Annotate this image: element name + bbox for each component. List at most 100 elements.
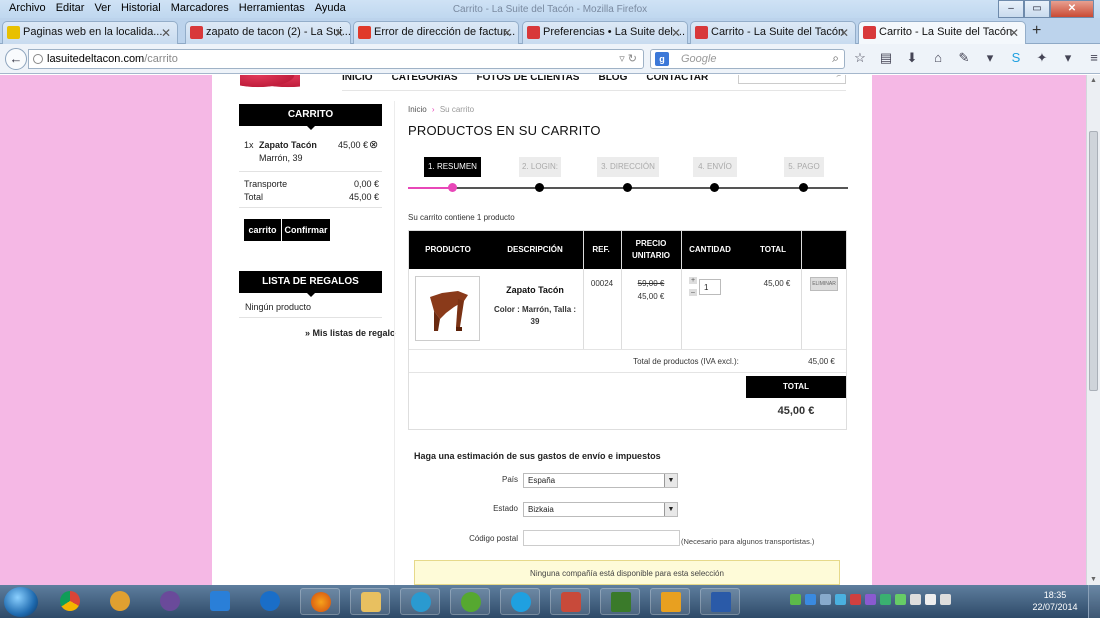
dropdown-icon-2[interactable]: ▾ — [1060, 50, 1076, 66]
network-icon[interactable] — [910, 594, 921, 605]
g-icon[interactable]: g — [655, 52, 669, 66]
close-tab-icon[interactable]: ✕ — [334, 26, 344, 40]
menu-icon[interactable]: ≡ — [1086, 50, 1100, 66]
quantity-minus-button[interactable]: – — [689, 289, 697, 296]
scroll-down-icon[interactable]: ▼ — [1090, 576, 1097, 583]
show-desktop-button[interactable] — [1088, 585, 1100, 618]
gift-list-title[interactable]: LISTA DE REGALOS — [239, 271, 382, 297]
tray-icon[interactable] — [790, 594, 801, 605]
tab-1[interactable]: Paginas web en la localida... ✕ — [2, 21, 178, 44]
menu-marcadores[interactable]: Marcadores — [166, 0, 234, 16]
chevron-down-icon[interactable]: ▼ — [664, 503, 677, 516]
menu-ver[interactable]: Ver — [89, 0, 116, 16]
taskbar-skype[interactable] — [500, 588, 540, 615]
my-gift-lists-link[interactable]: » Mis listas de regalo — [305, 328, 396, 338]
remove-item-icon[interactable]: ⊗ — [369, 138, 378, 151]
reload-icon[interactable]: ▿ ↻ — [619, 52, 637, 65]
tray-icon[interactable] — [895, 594, 906, 605]
search-input[interactable]: g Google ⌕ — [650, 49, 845, 69]
product-name[interactable]: Zapato Tacón — [489, 285, 581, 295]
menu-herramientas[interactable]: Herramientas — [234, 0, 310, 16]
confirm-button[interactable]: Confirmar — [282, 219, 330, 241]
menu-archivo[interactable]: Archivo — [4, 0, 51, 16]
tab-4[interactable]: Preferencias • La Suite del ... ✕ — [522, 21, 688, 44]
tray-icon[interactable] — [850, 594, 861, 605]
search-icon[interactable]: ⌕ — [832, 51, 839, 66]
nav-categorias[interactable]: CATEGORIAS — [392, 75, 458, 83]
addon-icon[interactable]: ✦ — [1034, 50, 1050, 66]
site-logo[interactable] — [240, 75, 300, 89]
tray-icon[interactable] — [835, 594, 846, 605]
nav-inicio[interactable]: INICIO — [342, 75, 373, 83]
download-icon[interactable]: ⬇ — [904, 50, 920, 66]
zip-input[interactable] — [523, 530, 680, 546]
taskbar-explorer[interactable] — [350, 588, 390, 615]
tray-icon[interactable] — [865, 594, 876, 605]
bookmark-star-icon[interactable]: ☆ — [852, 50, 868, 66]
taskbar-dreamweaver[interactable] — [600, 588, 640, 615]
taskbar-outlook[interactable] — [650, 588, 690, 615]
flag-icon[interactable] — [925, 594, 936, 605]
step-payment[interactable]: 5. PAGO — [784, 157, 824, 177]
minimize-button[interactable]: – — [998, 0, 1024, 18]
back-arrow-icon[interactable]: ← — [5, 48, 27, 70]
tray-icon[interactable] — [820, 594, 831, 605]
step-summary[interactable]: 1. RESUMEN — [424, 157, 481, 177]
quantity-plus-button[interactable]: + — [689, 277, 697, 284]
taskbar-firefox[interactable] — [300, 588, 340, 615]
skype-icon[interactable]: S — [1008, 50, 1024, 66]
site-search-input[interactable] — [738, 75, 846, 84]
bookmarks-list-icon[interactable]: ▤ — [878, 50, 894, 66]
tray-icon[interactable] — [805, 594, 816, 605]
page-scrollbar[interactable]: ▲ ▼ — [1086, 75, 1100, 585]
start-button[interactable] — [4, 587, 38, 617]
cart-item-name[interactable]: Zapato Tacón — [259, 140, 317, 150]
taskbar-dropbox[interactable] — [200, 588, 240, 615]
close-tab-icon[interactable]: ✕ — [161, 26, 171, 40]
nav-contactar[interactable]: CONTACTAR — [646, 75, 708, 83]
volume-icon[interactable] — [940, 594, 951, 605]
menu-historial[interactable]: Historial — [116, 0, 166, 16]
taskbar-power[interactable] — [250, 588, 290, 615]
product-image[interactable] — [415, 276, 480, 341]
close-tab-icon[interactable]: ✕ — [671, 26, 681, 40]
tab-6-active[interactable]: Carrito - La Suite del Tacón ✕ — [858, 21, 1026, 45]
menu-editar[interactable]: Editar — [51, 0, 90, 16]
taskbar-word[interactable] — [700, 588, 740, 615]
developer-tools-icon[interactable]: ✎ — [956, 50, 972, 66]
tab-5[interactable]: Carrito - La Suite del Tacón ✕ — [690, 21, 856, 44]
tray-icon[interactable] — [880, 594, 891, 605]
maximize-button[interactable]: ▭ — [1024, 0, 1050, 18]
close-tab-icon[interactable]: ✕ — [502, 26, 512, 40]
home-icon[interactable]: ⌂ — [930, 50, 946, 66]
quantity-input[interactable]: 1 — [699, 279, 721, 295]
taskbar-transfer[interactable] — [400, 588, 440, 615]
sidebar-cart-title[interactable]: CARRITO — [239, 104, 382, 130]
url-bar[interactable]: lasuitedeltacon.com/carrito ▿ ↻ — [28, 49, 644, 69]
chevron-down-icon[interactable]: ▼ — [664, 474, 677, 487]
delete-button[interactable]: ELIMINAR — [810, 277, 838, 291]
tab-3[interactable]: Error de dirección de factur... ✕ — [353, 21, 519, 44]
taskbar-utorrent[interactable] — [450, 588, 490, 615]
scroll-up-icon[interactable]: ▲ — [1090, 77, 1097, 84]
step-login[interactable]: 2. LOGIN: — [519, 157, 561, 177]
menu-ayuda[interactable]: Ayuda — [310, 0, 351, 16]
tab-2[interactable]: zapato de tacon (2) - La Sui... ✕ — [185, 21, 351, 44]
taskbar-chrome[interactable] — [50, 588, 90, 615]
step-shipping[interactable]: 4. ENVÍO — [693, 157, 737, 177]
country-select[interactable]: España ▼ — [523, 473, 678, 488]
new-tab-icon[interactable]: + — [1032, 22, 1041, 40]
taskbar-media[interactable] — [150, 588, 190, 615]
breadcrumb-home[interactable]: Inicio — [408, 105, 427, 114]
cart-button[interactable]: carrito — [244, 219, 281, 241]
taskbar-tool[interactable] — [550, 588, 590, 615]
state-select[interactable]: Bizkaia ▼ — [523, 502, 678, 517]
nav-fotos-clientas[interactable]: FOTOS DE CLIENTAS — [477, 75, 580, 83]
taskbar-clock[interactable]: 18:35 22/07/2014 — [1030, 589, 1080, 613]
scrollbar-thumb[interactable] — [1089, 131, 1098, 391]
nav-blog[interactable]: BLOG — [598, 75, 627, 83]
close-window-button[interactable]: ✕ — [1050, 0, 1094, 18]
dropdown-icon[interactable]: ▾ — [982, 50, 998, 66]
taskbar-paint[interactable] — [100, 588, 140, 615]
step-address[interactable]: 3. DIRECCIÓN — [597, 157, 659, 177]
